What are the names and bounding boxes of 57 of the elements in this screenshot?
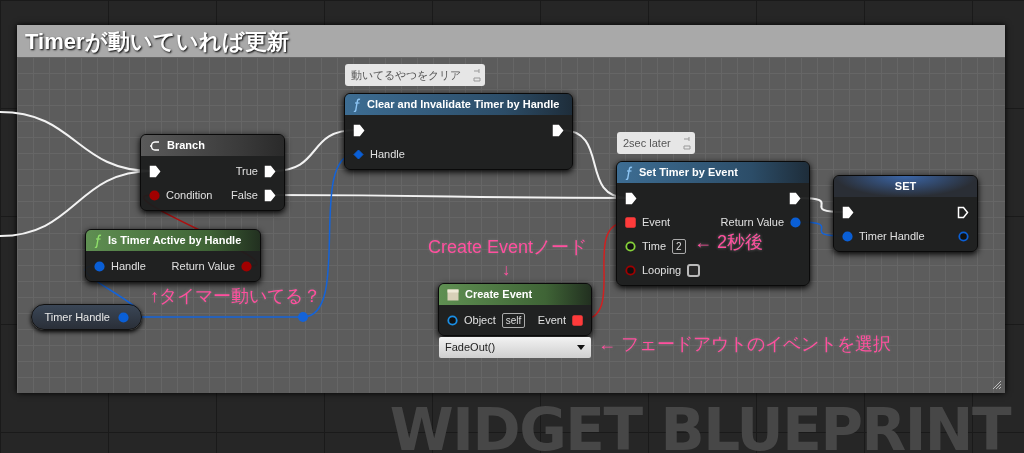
pin-label: True (235, 163, 258, 179)
exec-pin-icon[interactable] (552, 123, 564, 137)
pin-icon[interactable] (572, 314, 583, 326)
pin-label: Time (642, 238, 667, 254)
function-dropdown[interactable]: FadeOut() (439, 337, 591, 358)
node-title: Branch (167, 138, 205, 154)
exec-pin-icon[interactable] (264, 188, 276, 202)
comment-text: 2sec later (623, 135, 671, 151)
node-title: Is Timer Active by Handle (108, 233, 242, 249)
function-icon (94, 233, 102, 248)
comment-bubble[interactable]: 2sec later (617, 132, 695, 154)
pin-icon[interactable] (447, 314, 458, 326)
blueprint-node[interactable]: SET Timer Handle (833, 175, 978, 252)
pin-icon[interactable] (625, 216, 636, 228)
pin-label: Handle (111, 258, 146, 274)
function-icon (353, 97, 361, 112)
annotation-text: Create Eventノード (428, 236, 588, 259)
annotation-text: ← 2秒後 (694, 231, 763, 254)
node-title: Set Timer by Event (639, 165, 738, 181)
pin-label: Handle (370, 146, 405, 162)
exec-pin-icon[interactable] (842, 205, 854, 219)
annotation-text: ↓ (502, 260, 510, 280)
comment-title: Timerが動いていれば更新 (25, 27, 289, 56)
function-icon (625, 165, 633, 180)
comment-bubble[interactable]: 動いてるやつをクリア (345, 64, 485, 86)
exec-pin-icon[interactable] (149, 164, 161, 178)
blueprint-node[interactable]: Branch True Condition False (140, 134, 285, 211)
pin-label: Event (642, 214, 671, 230)
branch-icon (149, 139, 161, 152)
pin-label: Condition (166, 187, 213, 203)
value-field[interactable]: 2 (672, 238, 686, 254)
exec-pin-icon[interactable] (353, 123, 365, 137)
event-icon (447, 288, 459, 301)
value-field[interactable]: self (501, 312, 526, 328)
node-title: Clear and Invalidate Timer by Handle (367, 97, 560, 113)
checkbox[interactable] (687, 263, 701, 277)
pin-label: Object (464, 312, 496, 328)
caret-icon (577, 345, 585, 350)
pin-label: Looping (642, 262, 682, 278)
exec-pin-icon[interactable] (789, 191, 801, 205)
pin-label: False (231, 187, 258, 203)
annotation-text: ← フェードアウトのイベントを選択 (598, 333, 891, 356)
exec-pin-icon[interactable] (264, 164, 276, 178)
resize-grip-icon[interactable] (992, 380, 1002, 390)
pin-label: Return Value (171, 258, 235, 274)
pin-label: Return Value (720, 214, 784, 230)
exec-pin-icon[interactable] (625, 191, 637, 205)
pin-label: Event (537, 312, 566, 328)
pin-icon[interactable] (625, 240, 636, 252)
exec-pin-icon[interactable] (957, 205, 969, 219)
variable-node[interactable]: Timer Handle (31, 304, 142, 330)
node-title: SET (894, 179, 917, 195)
node-title: Create Event (465, 287, 533, 303)
node-title: Timer Handle (44, 309, 110, 325)
comment-text: 動いてるやつをクリア (351, 67, 461, 83)
pin-label: Timer Handle (859, 228, 925, 244)
annotation-text: ↑タイマー動いてる？ (150, 285, 321, 308)
